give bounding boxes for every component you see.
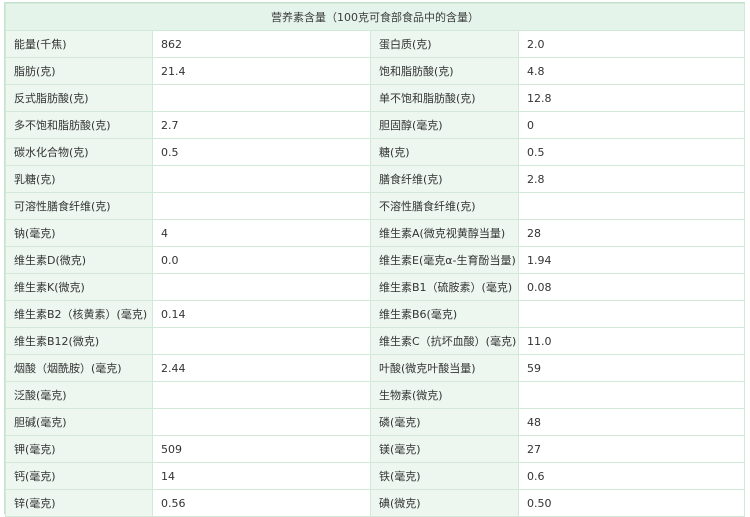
- nutrient-value: 12.8: [518, 84, 745, 112]
- nutrient-value: 28: [518, 219, 745, 247]
- nutrient-label: 泛酸(毫克): [5, 381, 153, 409]
- nutrient-label: 维生素A(微克视黄醇当量): [370, 219, 519, 247]
- nutrient-value: 0.5: [152, 138, 371, 166]
- nutrient-label: 维生素B6(毫克): [370, 300, 519, 328]
- table-row: 维生素B2（核黄素）(毫克) 0.14 维生素B6(毫克): [5, 300, 745, 328]
- table-caption: 营养素含量（100克可食部食品中的含量）: [5, 3, 745, 31]
- nutrient-label: 钠(毫克): [5, 219, 153, 247]
- nutrient-label: 糖(克): [370, 138, 519, 166]
- nutrient-label: 钾(毫克): [5, 435, 153, 463]
- nutrient-label: 维生素D(微克): [5, 246, 153, 274]
- nutrient-value: 2.0: [518, 30, 745, 58]
- nutrient-value: [152, 327, 371, 355]
- table-row: 泛酸(毫克) 生物素(微克): [5, 381, 745, 409]
- nutrient-label: 碳水化合物(克): [5, 138, 153, 166]
- nutrient-value: 4.8: [518, 57, 745, 85]
- nutrient-value: [152, 381, 371, 409]
- nutrient-label: 碘(微克): [370, 489, 519, 517]
- nutrient-label: 能量(千焦): [5, 30, 153, 58]
- table-row: 多不饱和脂肪酸(克) 2.7 胆固醇(毫克) 0: [5, 111, 745, 139]
- table-row: 维生素D(微克) 0.0 维生素E(毫克α-生育酚当量) 1.94: [5, 246, 745, 274]
- nutrient-value: 59: [518, 354, 745, 382]
- nutrient-label: 维生素K(微克): [5, 273, 153, 301]
- nutrition-table: 营养素含量（100克可食部食品中的含量） 能量(千焦) 862 蛋白质(克) 2.0 脂…: [5, 3, 745, 517]
- table-row: 烟酸（烟酰胺）(毫克) 2.44 叶酸(微克叶酸当量) 59: [5, 354, 745, 382]
- nutrient-label: 维生素B2（核黄素）(毫克): [5, 300, 153, 328]
- nutrient-value: 862: [152, 30, 371, 58]
- nutrient-value: [152, 408, 371, 436]
- nutrient-label: 铁(毫克): [370, 462, 519, 490]
- table-row: 反式脂肪酸(克) 单不饱和脂肪酸(克) 12.8: [5, 84, 745, 112]
- nutrient-value: 0.0: [152, 246, 371, 274]
- nutrient-value: 11.0: [518, 327, 745, 355]
- nutrient-label: 生物素(微克): [370, 381, 519, 409]
- nutrient-label: 维生素B12(微克): [5, 327, 153, 355]
- nutrient-value: 21.4: [152, 57, 371, 85]
- nutrient-label: 维生素C（抗坏血酸）(毫克): [370, 327, 519, 355]
- nutrient-label: 单不饱和脂肪酸(克): [370, 84, 519, 112]
- table-row: 钠(毫克) 4 维生素A(微克视黄醇当量) 28: [5, 219, 745, 247]
- nutrient-value: 2.44: [152, 354, 371, 382]
- table-row: 维生素B12(微克) 维生素C（抗坏血酸）(毫克) 11.0: [5, 327, 745, 355]
- table-row: 锌(毫克) 0.56 碘(微克) 0.50: [5, 489, 745, 517]
- nutrient-value: [152, 273, 371, 301]
- nutrient-label: 烟酸（烟酰胺）(毫克): [5, 354, 153, 382]
- nutrient-value: 0: [518, 111, 745, 139]
- nutrient-label: 不溶性膳食纤维(克): [370, 192, 519, 220]
- nutrient-label: 胆碱(毫克): [5, 408, 153, 436]
- nutrient-value: 14: [152, 462, 371, 490]
- nutrient-label: 脂肪(克): [5, 57, 153, 85]
- table-row: 维生素K(微克) 维生素B1（硫胺素）(毫克) 0.08: [5, 273, 745, 301]
- nutrient-value: 0.08: [518, 273, 745, 301]
- nutrient-label: 反式脂肪酸(克): [5, 84, 153, 112]
- table-row: 可溶性膳食纤维(克) 不溶性膳食纤维(克): [5, 192, 745, 220]
- nutrient-value: [518, 300, 745, 328]
- nutrient-value: 2.7: [152, 111, 371, 139]
- nutrient-value: 0.56: [152, 489, 371, 517]
- nutrient-label: 膳食纤维(克): [370, 165, 519, 193]
- nutrient-value: [152, 192, 371, 220]
- nutrient-value: 48: [518, 408, 745, 436]
- nutrient-label: 磷(毫克): [370, 408, 519, 436]
- table-row: 钾(毫克) 509 镁(毫克) 27: [5, 435, 745, 463]
- nutrient-label: 钙(毫克): [5, 462, 153, 490]
- nutrient-value: 4: [152, 219, 371, 247]
- nutrient-label: 蛋白质(克): [370, 30, 519, 58]
- nutrient-value: [152, 84, 371, 112]
- nutrient-value: 1.94: [518, 246, 745, 274]
- nutrient-value: 2.8: [518, 165, 745, 193]
- nutrition-table-frame: 营养素含量（100克可食部食品中的含量） 能量(千焦) 862 蛋白质(克) 2.0 脂…: [4, 2, 745, 517]
- nutrient-value: 0.50: [518, 489, 745, 517]
- nutrient-label: 胆固醇(毫克): [370, 111, 519, 139]
- nutrient-label: 多不饱和脂肪酸(克): [5, 111, 153, 139]
- table-row: 能量(千焦) 862 蛋白质(克) 2.0: [5, 30, 745, 58]
- nutrient-label: 乳糖(克): [5, 165, 153, 193]
- table-row: 乳糖(克) 膳食纤维(克) 2.8: [5, 165, 745, 193]
- nutrient-label: 镁(毫克): [370, 435, 519, 463]
- table-row: 胆碱(毫克) 磷(毫克) 48: [5, 408, 745, 436]
- nutrient-value: 0.5: [518, 138, 745, 166]
- table-row: 脂肪(克) 21.4 饱和脂肪酸(克) 4.8: [5, 57, 745, 85]
- nutrient-value: [518, 381, 745, 409]
- table-header-row: 营养素含量（100克可食部食品中的含量）: [5, 3, 745, 31]
- nutrient-value: 509: [152, 435, 371, 463]
- nutrient-value: [152, 165, 371, 193]
- nutrient-value: [518, 192, 745, 220]
- nutrient-label: 维生素B1（硫胺素）(毫克): [370, 273, 519, 301]
- nutrient-value: 27: [518, 435, 745, 463]
- table-body: 能量(千焦) 862 蛋白质(克) 2.0 脂肪(克) 21.4 饱和脂肪酸(克) 4.8 反式…: [5, 30, 745, 517]
- nutrient-value: 0.14: [152, 300, 371, 328]
- nutrient-label: 锌(毫克): [5, 489, 153, 517]
- nutrient-label: 维生素E(毫克α-生育酚当量): [370, 246, 519, 274]
- table-row: 钙(毫克) 14 铁(毫克) 0.6: [5, 462, 745, 490]
- nutrient-label: 可溶性膳食纤维(克): [5, 192, 153, 220]
- nutrient-label: 叶酸(微克叶酸当量): [370, 354, 519, 382]
- nutrient-value: 0.6: [518, 462, 745, 490]
- table-row: 碳水化合物(克) 0.5 糖(克) 0.5: [5, 138, 745, 166]
- nutrient-label: 饱和脂肪酸(克): [370, 57, 519, 85]
